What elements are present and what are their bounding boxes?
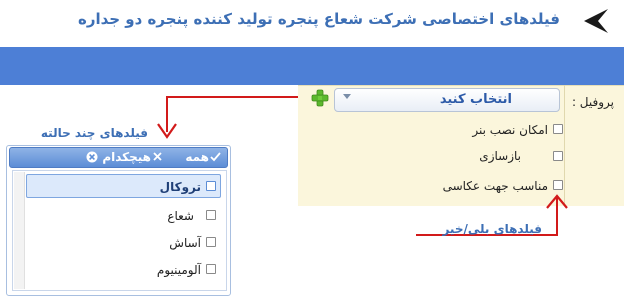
list-item-checkbox[interactable] bbox=[206, 237, 216, 247]
option-label-banner: امکان نصب بنر bbox=[472, 123, 548, 137]
option-checkbox-renovation[interactable] bbox=[553, 151, 563, 161]
add-icon[interactable] bbox=[310, 88, 330, 108]
close-icon bbox=[153, 152, 162, 161]
list-item-checkbox[interactable] bbox=[206, 210, 216, 220]
option-checkbox-banner[interactable] bbox=[553, 124, 563, 134]
list-item-label: تروکال bbox=[159, 180, 201, 194]
select-none-button[interactable]: هیچکدام bbox=[102, 150, 151, 164]
list-item-checkbox[interactable] bbox=[206, 264, 216, 274]
check-icon bbox=[210, 152, 221, 162]
page-title: فیلدهای اختصاصی شرکت شعاع پنجره تولید کن… bbox=[77, 10, 560, 28]
profile-select-value: انتخاب کنید bbox=[439, 92, 512, 107]
list-item-label: شعاع bbox=[167, 209, 194, 223]
arrow-logo-icon bbox=[584, 9, 608, 33]
annotation-yes-no: فیلدهای بلی/خیر bbox=[442, 222, 542, 236]
chevron-down-icon bbox=[343, 94, 351, 99]
list-item-checkbox[interactable] bbox=[206, 181, 216, 191]
option-checkbox-photography[interactable] bbox=[553, 180, 563, 190]
annotation-multi-state: فیلدهای چند حالته bbox=[40, 126, 148, 140]
header-band bbox=[0, 47, 624, 85]
list-item-label: آساش bbox=[169, 236, 201, 250]
list-item-label: آلومینیوم bbox=[156, 263, 201, 277]
label-column-divider bbox=[564, 85, 565, 205]
profile-label: پروفیل : bbox=[571, 95, 614, 109]
clear-icon[interactable] bbox=[86, 151, 98, 163]
scrollbar[interactable] bbox=[14, 172, 25, 289]
option-label-renovation: بازسازی bbox=[479, 149, 521, 163]
option-label-photography: مناسب جهت عکاسی bbox=[442, 179, 548, 193]
select-all-button[interactable]: همه bbox=[185, 150, 209, 164]
